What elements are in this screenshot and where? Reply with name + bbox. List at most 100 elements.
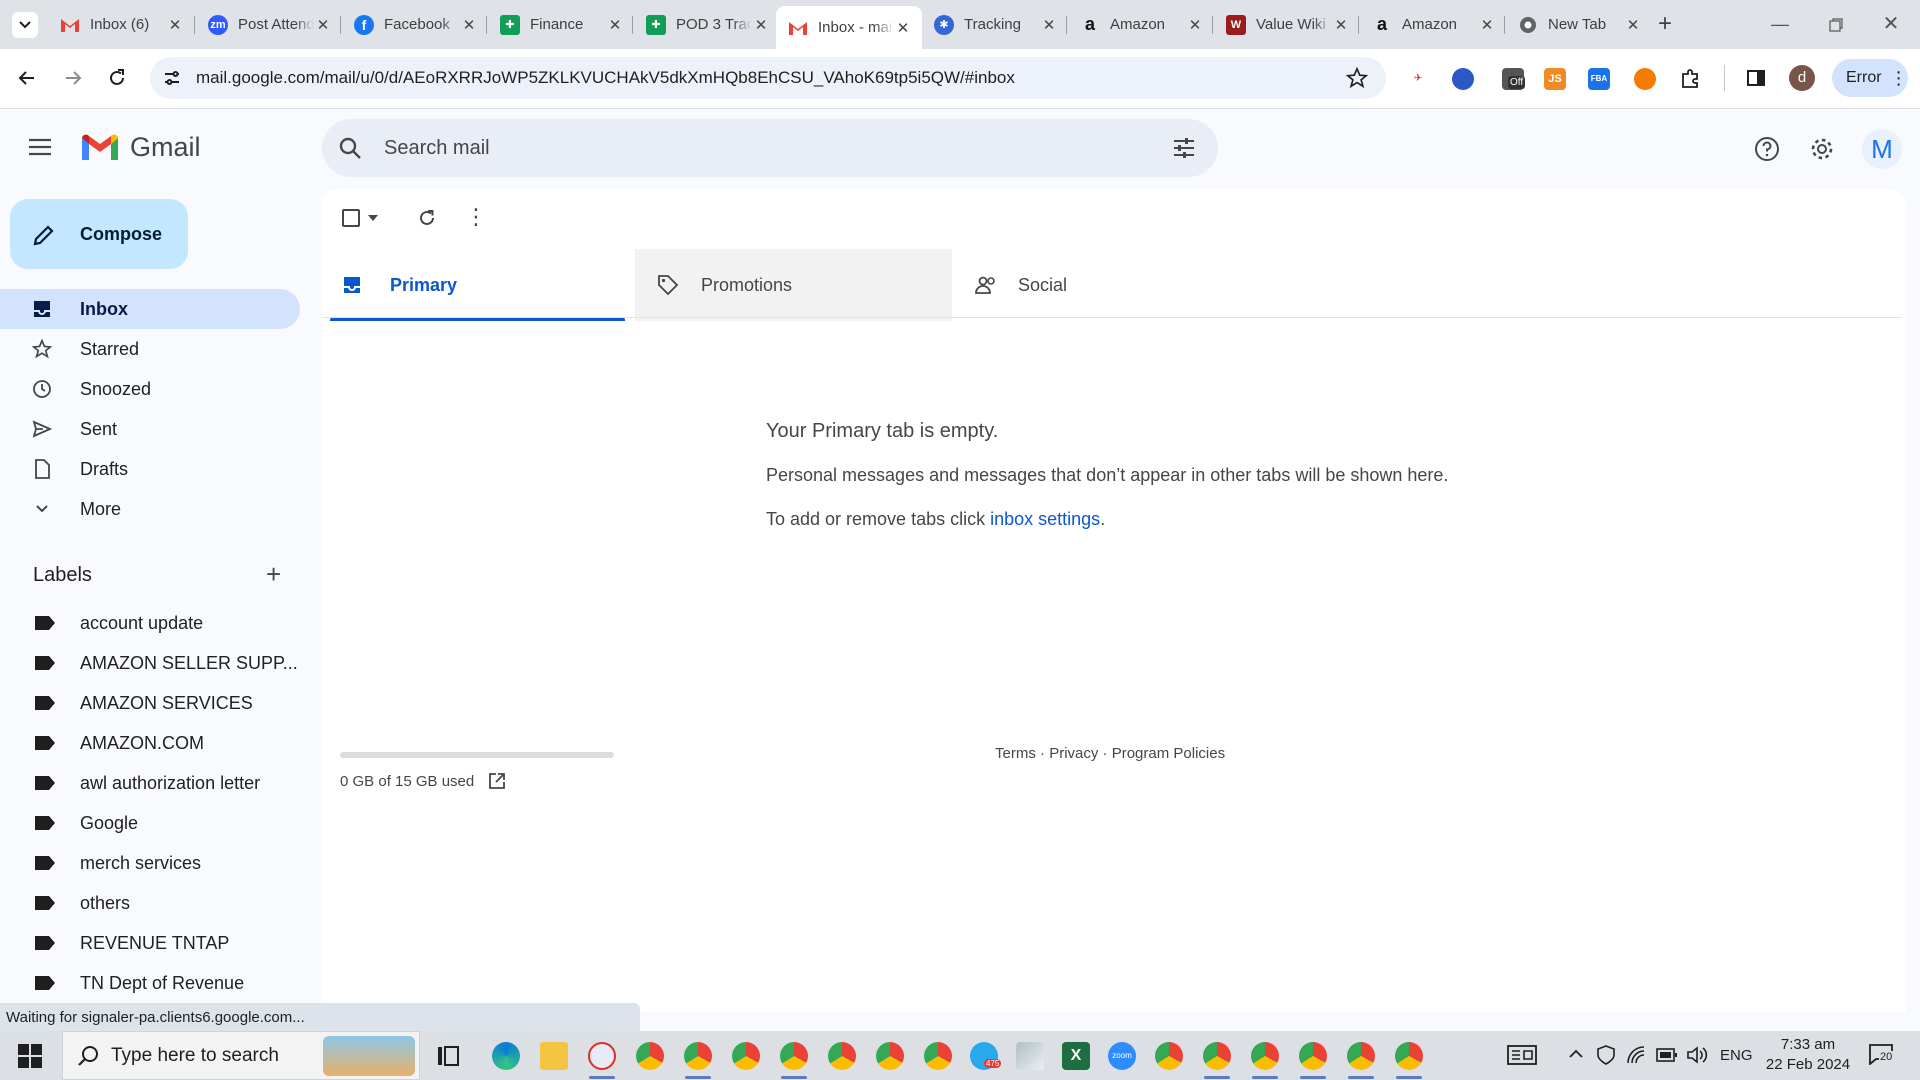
browser-tab-active[interactable]: Inbox - mail ✕ — [776, 6, 922, 49]
chrome-profile-icon[interactable] — [1203, 1042, 1231, 1070]
main-menu-button[interactable] — [28, 137, 52, 157]
close-icon[interactable]: ✕ — [1040, 16, 1058, 34]
zoom-app-icon[interactable]: zoom — [1108, 1042, 1136, 1070]
inbox-settings-link[interactable]: inbox settings — [990, 509, 1100, 529]
taskbar-search-box[interactable]: Type here to search — [62, 1031, 420, 1080]
chrome-profile-icon[interactable] — [876, 1042, 904, 1070]
excel-icon[interactable]: X — [1062, 1042, 1090, 1070]
extension-fba-icon[interactable]: FBA — [1588, 68, 1610, 90]
nav-item-more[interactable]: More — [0, 489, 300, 529]
search-bar[interactable]: Search mail — [322, 119, 1218, 177]
wifi-icon[interactable] — [1626, 1045, 1646, 1065]
tab-search-button[interactable] — [12, 12, 38, 38]
browser-tab[interactable]: f Facebook ✕ — [342, 6, 488, 43]
security-shield-icon[interactable] — [1596, 1045, 1616, 1065]
extension-off-icon[interactable]: Off — [1502, 68, 1526, 90]
close-icon[interactable]: ✕ — [166, 16, 184, 34]
browser-tab[interactable]: ✚ Finance ✕ — [488, 6, 634, 43]
label-item[interactable]: AMAZON.COM — [0, 723, 300, 763]
chrome-profile-icon[interactable] — [636, 1042, 664, 1070]
chrome-profile-icon[interactable] — [780, 1042, 808, 1070]
browser-tab[interactable]: New Tab ✕ — [1506, 6, 1652, 43]
browser-tab[interactable]: a Amazon ✕ — [1360, 6, 1506, 43]
extension-icon[interactable] — [1452, 68, 1474, 90]
label-item[interactable]: TN Dept of Revenue — [0, 963, 300, 1003]
battery-icon[interactable] — [1656, 1047, 1678, 1063]
more-options-icon[interactable]: ⋮ — [465, 206, 487, 228]
site-info-icon[interactable] — [162, 68, 182, 88]
label-item[interactable]: AMAZON SELLER SUPP... — [0, 643, 300, 683]
privacy-link[interactable]: Privacy — [1049, 745, 1098, 762]
close-icon[interactable]: ✕ — [894, 19, 912, 37]
language-indicator[interactable]: ENG — [1720, 1031, 1753, 1080]
close-icon[interactable]: ✕ — [1332, 16, 1350, 34]
chrome-profile-icon[interactable] — [1299, 1042, 1327, 1070]
nav-item-snoozed[interactable]: Snoozed — [0, 369, 300, 409]
windows-start-button[interactable] — [18, 1044, 42, 1068]
account-avatar[interactable]: M — [1862, 129, 1902, 169]
select-all-control[interactable] — [342, 209, 378, 227]
caret-down-icon[interactable] — [368, 215, 378, 221]
program-policies-link[interactable]: Program Policies — [1112, 745, 1225, 762]
chrome-profile-icon[interactable] — [1251, 1042, 1279, 1070]
chrome-profile-icon[interactable] — [1347, 1042, 1375, 1070]
close-icon[interactable]: ✕ — [460, 16, 478, 34]
close-icon[interactable]: ✕ — [1478, 16, 1496, 34]
chrome-profile-icon[interactable] — [684, 1042, 712, 1070]
label-item[interactable]: REVENUE TNTAP — [0, 923, 300, 963]
search-input[interactable]: Search mail — [384, 137, 490, 160]
new-tab-button[interactable]: + — [1652, 12, 1678, 38]
browser-tab[interactable]: zm Post Attendee ✕ — [196, 6, 342, 43]
telegram-icon[interactable]: 475 — [970, 1042, 1002, 1070]
bookmark-star-icon[interactable] — [1346, 67, 1368, 89]
search-options-icon[interactable] — [1172, 136, 1196, 160]
chrome-profile-icon[interactable] — [732, 1042, 760, 1070]
help-icon[interactable] — [1754, 136, 1780, 162]
gmail-logo[interactable]: Gmail — [80, 132, 201, 163]
window-minimize-button[interactable]: — — [1765, 10, 1795, 40]
browser-tab[interactable]: Inbox (6) ✕ — [48, 6, 194, 43]
label-item[interactable]: AMAZON SERVICES — [0, 683, 300, 723]
tab-promotions[interactable]: Promotions — [635, 249, 952, 321]
chrome-profile-icon[interactable] — [828, 1042, 856, 1070]
label-item[interactable]: awl authorization letter — [0, 763, 300, 803]
notification-center-icon[interactable]: 20 — [1868, 1043, 1894, 1065]
profile-avatar[interactable]: d — [1789, 65, 1815, 91]
close-icon[interactable]: ✕ — [752, 16, 770, 34]
label-item[interactable]: merch services — [0, 843, 300, 883]
extension-icon[interactable]: ✈ — [1407, 68, 1429, 90]
chevron-up-icon[interactable] — [1568, 1046, 1584, 1062]
snipping-tool-icon[interactable] — [588, 1042, 616, 1070]
close-icon[interactable]: ✕ — [1624, 16, 1642, 34]
back-button[interactable] — [10, 61, 44, 95]
label-item[interactable]: others — [0, 883, 300, 923]
chrome-profile-icon[interactable] — [1395, 1042, 1423, 1070]
close-icon[interactable]: ✕ — [606, 16, 624, 34]
news-widget-icon[interactable] — [1507, 1045, 1537, 1065]
address-bar[interactable]: mail.google.com/mail/u/0/d/AEoRXRRJoWP5Z… — [150, 57, 1386, 99]
label-item[interactable]: Google — [0, 803, 300, 843]
create-label-button[interactable]: + — [266, 561, 281, 587]
extensions-puzzle-icon[interactable] — [1680, 67, 1702, 89]
extension-icon[interactable] — [1634, 68, 1656, 90]
chrome-profile-icon[interactable] — [924, 1042, 952, 1070]
tab-primary[interactable]: Primary — [330, 249, 625, 321]
tab-social[interactable]: Social — [952, 249, 1269, 321]
reload-button[interactable] — [100, 61, 134, 95]
compose-button[interactable]: Compose — [10, 199, 188, 269]
forward-button[interactable] — [56, 61, 90, 95]
search-icon[interactable] — [338, 136, 362, 160]
file-explorer-icon[interactable] — [540, 1042, 568, 1070]
task-view-icon[interactable] — [436, 1044, 460, 1068]
label-item[interactable]: account update — [0, 603, 300, 643]
browser-tab[interactable]: a Amazon ✕ — [1068, 6, 1214, 43]
window-restore-button[interactable] — [1821, 10, 1851, 40]
side-panel-icon[interactable] — [1746, 68, 1766, 88]
volume-icon[interactable] — [1686, 1045, 1708, 1065]
chrome-icon[interactable] — [1155, 1042, 1183, 1070]
close-icon[interactable]: ✕ — [314, 16, 332, 34]
select-all-checkbox[interactable] — [342, 209, 360, 227]
refresh-button[interactable] — [417, 208, 437, 228]
nav-item-inbox[interactable]: Inbox — [0, 289, 300, 329]
browser-tab[interactable]: ✚ POD 3 Tracker ✕ — [634, 6, 780, 43]
